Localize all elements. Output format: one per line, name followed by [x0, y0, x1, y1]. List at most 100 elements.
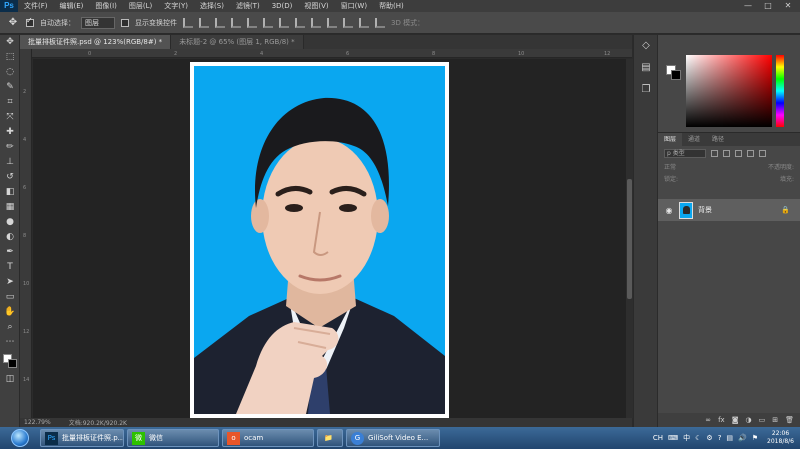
- tab-channels[interactable]: 通道: [682, 133, 706, 146]
- menu-type[interactable]: 文字(Y): [158, 0, 194, 12]
- new-layer-icon[interactable]: ⊞: [772, 416, 778, 424]
- hand-icon[interactable]: ✋: [0, 305, 20, 320]
- eraser-icon[interactable]: ◧: [0, 185, 20, 200]
- maximize-button[interactable]: □: [760, 0, 776, 12]
- adjustments-panel-icon[interactable]: ❐: [634, 79, 658, 101]
- crop-icon[interactable]: ⌗: [0, 95, 20, 110]
- filter-smart-icon[interactable]: [759, 149, 766, 157]
- align-left-icon[interactable]: [231, 17, 241, 28]
- layer-filter-dropdown[interactable]: p 类型: [664, 148, 706, 158]
- align-right-icon[interactable]: [263, 17, 273, 28]
- brush-icon[interactable]: ✏: [0, 140, 20, 155]
- blend-mode-dropdown[interactable]: 正常: [664, 162, 676, 171]
- more-icon[interactable]: ⋯: [0, 335, 20, 350]
- shape-icon[interactable]: ▭: [0, 290, 20, 305]
- healing-icon[interactable]: ✚: [0, 125, 20, 140]
- delete-layer-icon[interactable]: 🗑: [785, 416, 794, 424]
- distribute-center-icon[interactable]: [343, 17, 353, 28]
- align-middle-icon[interactable]: [199, 17, 209, 28]
- color-picker-field[interactable]: [686, 55, 772, 127]
- tab-layers[interactable]: 图层: [658, 133, 683, 146]
- menu-view[interactable]: 视图(V): [298, 0, 334, 12]
- menu-window[interactable]: 窗口(W): [335, 0, 373, 12]
- dodge-icon[interactable]: ◐: [0, 230, 20, 245]
- fill-label[interactable]: 填充:: [780, 174, 794, 183]
- settings-icon[interactable]: ⚙: [706, 434, 712, 442]
- tab-document-1[interactable]: 批量排板证件照.psd @ 123%(RGB/8#) *: [20, 35, 172, 49]
- moon-icon[interactable]: ☾: [695, 434, 701, 442]
- document-canvas[interactable]: [190, 62, 449, 418]
- menu-edit[interactable]: 编辑(E): [54, 0, 90, 12]
- tab-paths[interactable]: 路径: [706, 133, 730, 146]
- adjustment-layer-icon[interactable]: ◑: [746, 416, 752, 424]
- layer-row-background[interactable]: ◉ 背景 🔒: [658, 199, 800, 221]
- eyedropper-icon[interactable]: ⤧: [0, 110, 20, 125]
- auto-select-checkbox[interactable]: [26, 16, 34, 27]
- layer-name[interactable]: 背景: [698, 205, 776, 215]
- link-layers-icon[interactable]: ∞: [705, 416, 711, 424]
- properties-panel-icon[interactable]: ▤: [634, 57, 658, 79]
- distribute-right-icon[interactable]: [359, 17, 369, 28]
- color-fg-bg[interactable]: [666, 65, 682, 81]
- auto-select-dropdown[interactable]: 图层: [81, 16, 115, 29]
- history-brush-icon[interactable]: ↺: [0, 170, 20, 185]
- show-transform-checkbox[interactable]: [121, 18, 129, 27]
- canvas-vertical-scrollbar[interactable]: [626, 59, 633, 418]
- help-icon[interactable]: ?: [718, 434, 722, 442]
- hue-slider[interactable]: [776, 55, 784, 127]
- align-center-icon[interactable]: [247, 17, 257, 28]
- close-button[interactable]: ✕: [780, 0, 796, 12]
- zoom-icon[interactable]: ⌕: [0, 320, 20, 335]
- menu-image[interactable]: 图像(I): [89, 0, 123, 12]
- layer-mask-icon[interactable]: ◙: [732, 416, 739, 424]
- blur-icon[interactable]: ●: [0, 215, 20, 230]
- taskbar-item-wechat[interactable]: 微 微信: [127, 429, 219, 447]
- marquee-icon[interactable]: ⬚: [0, 50, 20, 65]
- align-bottom-icon[interactable]: [215, 17, 225, 28]
- menu-file[interactable]: 文件(F): [18, 0, 54, 12]
- tab-document-2[interactable]: 未标题-2 @ 65% (图层 1, RGB/8) *: [171, 35, 304, 49]
- start-button[interactable]: [0, 427, 40, 449]
- distribute-left-icon[interactable]: [327, 17, 337, 28]
- background-swatch[interactable]: [8, 359, 17, 368]
- menu-layer[interactable]: 图层(L): [123, 0, 158, 12]
- move-tool-icon[interactable]: ✥: [6, 16, 20, 30]
- network-icon[interactable]: ▤: [726, 434, 733, 442]
- filter-adjust-icon[interactable]: [723, 149, 730, 157]
- menu-help[interactable]: 帮助(H): [373, 0, 410, 12]
- color-swatches[interactable]: [0, 350, 20, 372]
- taskbar-clock[interactable]: 22:06 2018/8/6: [763, 430, 794, 446]
- history-panel-icon[interactable]: ◇: [634, 35, 658, 57]
- lasso-icon[interactable]: ◌: [0, 65, 20, 80]
- align-top-icon[interactable]: [183, 17, 193, 28]
- ime-indicator[interactable]: CH: [653, 434, 663, 442]
- menu-3d[interactable]: 3D(D): [266, 0, 299, 12]
- new-group-icon[interactable]: ▭: [759, 416, 766, 424]
- taskbar-item-ocam[interactable]: o ocam: [222, 429, 314, 447]
- auto-align-icon[interactable]: [375, 17, 385, 28]
- distribute-top-icon[interactable]: [279, 17, 289, 28]
- flag-icon[interactable]: ⚑: [752, 434, 758, 442]
- taskbar-item-explorer[interactable]: 📁: [317, 429, 343, 447]
- opacity-label[interactable]: 不透明度:: [768, 162, 794, 171]
- taskbar-item-photoshop[interactable]: Ps 批量排板证件照.p...: [40, 429, 124, 447]
- quick-mask-icon[interactable]: ◫: [0, 372, 20, 387]
- stamp-icon[interactable]: ⊥: [0, 155, 20, 170]
- gradient-icon[interactable]: ▦: [0, 200, 20, 215]
- layer-style-icon[interactable]: fx: [718, 416, 725, 424]
- background-color[interactable]: [671, 70, 681, 80]
- pen-icon[interactable]: ✒: [0, 245, 20, 260]
- taskbar-item-gilisoft[interactable]: G GiliSoft Video E...: [346, 429, 440, 447]
- quick-select-icon[interactable]: ✎: [0, 80, 20, 95]
- menu-select[interactable]: 选择(S): [194, 0, 230, 12]
- scrollbar-thumb[interactable]: [627, 179, 632, 299]
- distribute-middle-icon[interactable]: [295, 17, 305, 28]
- menu-filter[interactable]: 滤镜(T): [230, 0, 266, 12]
- type-icon[interactable]: T: [0, 260, 20, 275]
- filter-shape-icon[interactable]: [747, 149, 754, 157]
- distribute-bottom-icon[interactable]: [311, 17, 321, 28]
- filter-pixel-icon[interactable]: [711, 149, 718, 157]
- keyboard-icon[interactable]: ⌨: [668, 434, 678, 442]
- zoom-level[interactable]: 122.79%: [24, 419, 51, 426]
- filter-type-icon[interactable]: [735, 149, 742, 157]
